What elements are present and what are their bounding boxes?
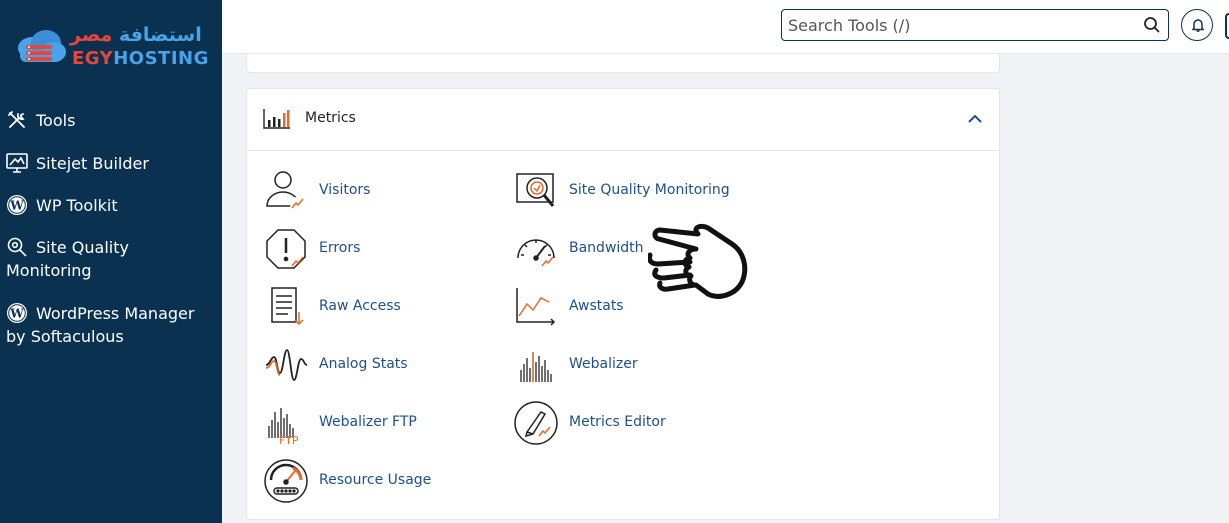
tool-analog-stats[interactable]: Analog Stats: [263, 342, 463, 388]
sidebar-item-site-quality[interactable]: Site Quality Monitoring: [0, 236, 222, 282]
wordpress-icon: W: [7, 303, 27, 323]
panel-title: Metrics: [305, 110, 356, 126]
analog-stats-icon: [265, 349, 308, 381]
site-quality-icon: [516, 173, 555, 207]
tool-site-quality-monitoring[interactable]: Site Quality Monitoring: [513, 168, 753, 214]
previous-panel: [246, 54, 1000, 73]
metrics-chart-icon: [263, 109, 290, 129]
sidebar: استضافة مصر EGYHOSTING Tools Sitejet Bui…: [0, 0, 222, 523]
tool-webalizer-ftp[interactable]: FTP Webalizer FTP: [263, 400, 463, 446]
tool-label: Analog Stats: [319, 356, 408, 372]
notifications-button[interactable]: [1181, 9, 1213, 41]
tool-label: Metrics Editor: [569, 414, 666, 430]
tool-label: Site Quality Monitoring: [569, 182, 730, 198]
tool-label: Bandwidth: [569, 240, 644, 256]
user-menu-button[interactable]: [1225, 13, 1229, 39]
tool-label: Visitors: [319, 182, 371, 198]
svg-text:W: W: [9, 199, 24, 213]
errors-icon: [266, 229, 306, 269]
wordpress-icon: W: [7, 195, 27, 215]
resource-usage-icon: [264, 459, 308, 503]
sidebar-item-tools[interactable]: Tools: [0, 109, 81, 132]
search-box: [781, 9, 1169, 41]
webalizer-icon: [520, 352, 552, 382]
tool-errors[interactable]: Errors: [263, 226, 463, 272]
top-header: [222, 0, 1229, 54]
bell-icon: [1191, 19, 1205, 32]
tool-label: Awstats: [569, 298, 624, 314]
bandwidth-icon: [517, 239, 555, 267]
brand-logo[interactable]: استضافة مصر EGYHOSTING: [14, 24, 208, 72]
sidebar-item-label: WordPress Manager by Softaculous: [6, 304, 195, 346]
visitors-icon: [266, 171, 304, 211]
metrics-panel-header[interactable]: Metrics: [247, 89, 999, 151]
svg-text:FTP: FTP: [279, 434, 299, 446]
tool-raw-access[interactable]: Raw Access: [263, 284, 463, 330]
metrics-editor-icon: [514, 401, 558, 445]
brand-english: EGYHOSTING: [72, 48, 209, 69]
raw-access-icon: [271, 287, 304, 326]
cloud-logo-icon: [18, 30, 66, 62]
tool-label: Raw Access: [319, 298, 401, 314]
awstats-icon: [516, 288, 556, 326]
sidebar-item-label: Tools: [36, 111, 76, 130]
sidebar-item-label: Sitejet Builder: [36, 154, 149, 173]
sidebar-item-sitejet[interactable]: Sitejet Builder: [0, 152, 155, 175]
sidebar-item-label: WP Toolkit: [36, 196, 118, 215]
search-input[interactable]: [788, 13, 1128, 37]
tool-label: Errors: [319, 240, 361, 256]
search-icon[interactable]: [1143, 16, 1161, 34]
svg-text:W: W: [9, 307, 24, 321]
collapse-caret-icon[interactable]: [967, 114, 983, 124]
tool-label: Resource Usage: [319, 472, 432, 488]
pointing-hand-icon: [648, 223, 748, 299]
metrics-panel: Metrics Visitors Errors Raw Access Analo…: [246, 88, 1000, 520]
tools-icon: [8, 111, 25, 128]
sidebar-item-wordpress-manager[interactable]: W WordPress Manager by Softaculous: [0, 302, 222, 348]
tool-label: Webalizer: [569, 356, 638, 372]
search-gear-icon: [7, 237, 27, 257]
webalizer-ftp-icon: FTP: [268, 408, 299, 446]
tool-webalizer[interactable]: Webalizer: [513, 342, 713, 388]
tool-visitors[interactable]: Visitors: [263, 168, 463, 214]
brand-arabic: استضافة مصر: [70, 24, 202, 46]
tool-metrics-editor[interactable]: Metrics Editor: [513, 400, 713, 446]
tool-resource-usage[interactable]: Resource Usage: [263, 458, 463, 504]
sidebar-item-wp-toolkit[interactable]: W WP Toolkit: [0, 194, 124, 217]
tool-label: Webalizer FTP: [319, 414, 417, 430]
monitor-icon: [6, 153, 28, 173]
